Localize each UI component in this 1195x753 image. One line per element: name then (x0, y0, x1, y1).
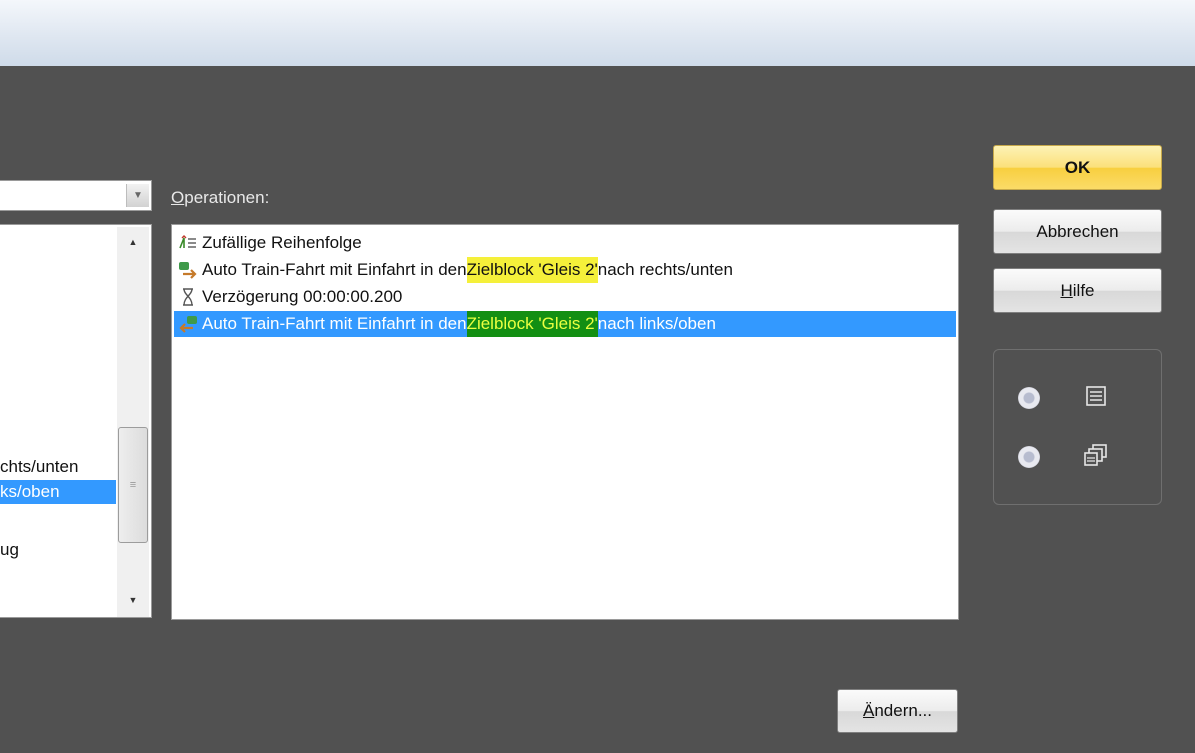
list-item-selected[interactable]: ks/oben (0, 480, 116, 504)
hourglass-icon (174, 288, 202, 306)
left-combo-box[interactable]: ▼ (0, 180, 152, 211)
highlight-target-block: Zielblock 'Gleis 2' (466, 257, 598, 283)
list-view-icon[interactable] (1084, 384, 1108, 408)
list-item[interactable]: ug (0, 538, 118, 562)
operation-item-autotrain-right[interactable]: Auto Train-Fahrt mit Einfahrt in den Zie… (174, 257, 733, 283)
left-list[interactable]: chts/unten ks/oben ug ▲ ≡ ▼ (0, 224, 152, 618)
window-title-bar (0, 0, 1195, 66)
operation-item-delay[interactable]: Verzögerung 00:00:00.200 (174, 284, 402, 310)
random-order-icon (174, 235, 202, 251)
left-list-scrollbar[interactable]: ▲ ≡ ▼ (117, 227, 149, 617)
scrollbar-thumb[interactable]: ≡ (118, 427, 148, 543)
ok-button[interactable]: OK (993, 145, 1162, 190)
scroll-down-icon[interactable]: ▼ (117, 589, 149, 611)
cancel-button[interactable]: Abbrechen (993, 209, 1162, 254)
view-list-radio[interactable] (1018, 387, 1040, 409)
operations-list[interactable]: Zufällige Reihenfolge Auto Train-Fahrt m… (171, 224, 959, 620)
list-item[interactable]: chts/unten (0, 455, 118, 479)
scroll-up-icon[interactable]: ▲ (117, 231, 149, 253)
view-mode-group (993, 349, 1162, 505)
view-tree-radio[interactable] (1018, 446, 1040, 468)
operation-item-random-order[interactable]: Zufällige Reihenfolge (174, 230, 362, 256)
help-button[interactable]: Hilfe (993, 268, 1162, 313)
highlight-target-block: Zielblock 'Gleis 2' (466, 311, 598, 337)
cascade-view-icon[interactable] (1084, 443, 1108, 467)
operations-label: Operationen: (171, 188, 270, 207)
autotrain-left-icon (174, 314, 202, 334)
change-button[interactable]: Ändern... (837, 689, 958, 733)
operation-item-autotrain-left[interactable]: Auto Train-Fahrt mit Einfahrt in den Zie… (174, 311, 956, 337)
chevron-down-icon[interactable]: ▼ (126, 184, 149, 207)
autotrain-right-icon (174, 260, 202, 280)
